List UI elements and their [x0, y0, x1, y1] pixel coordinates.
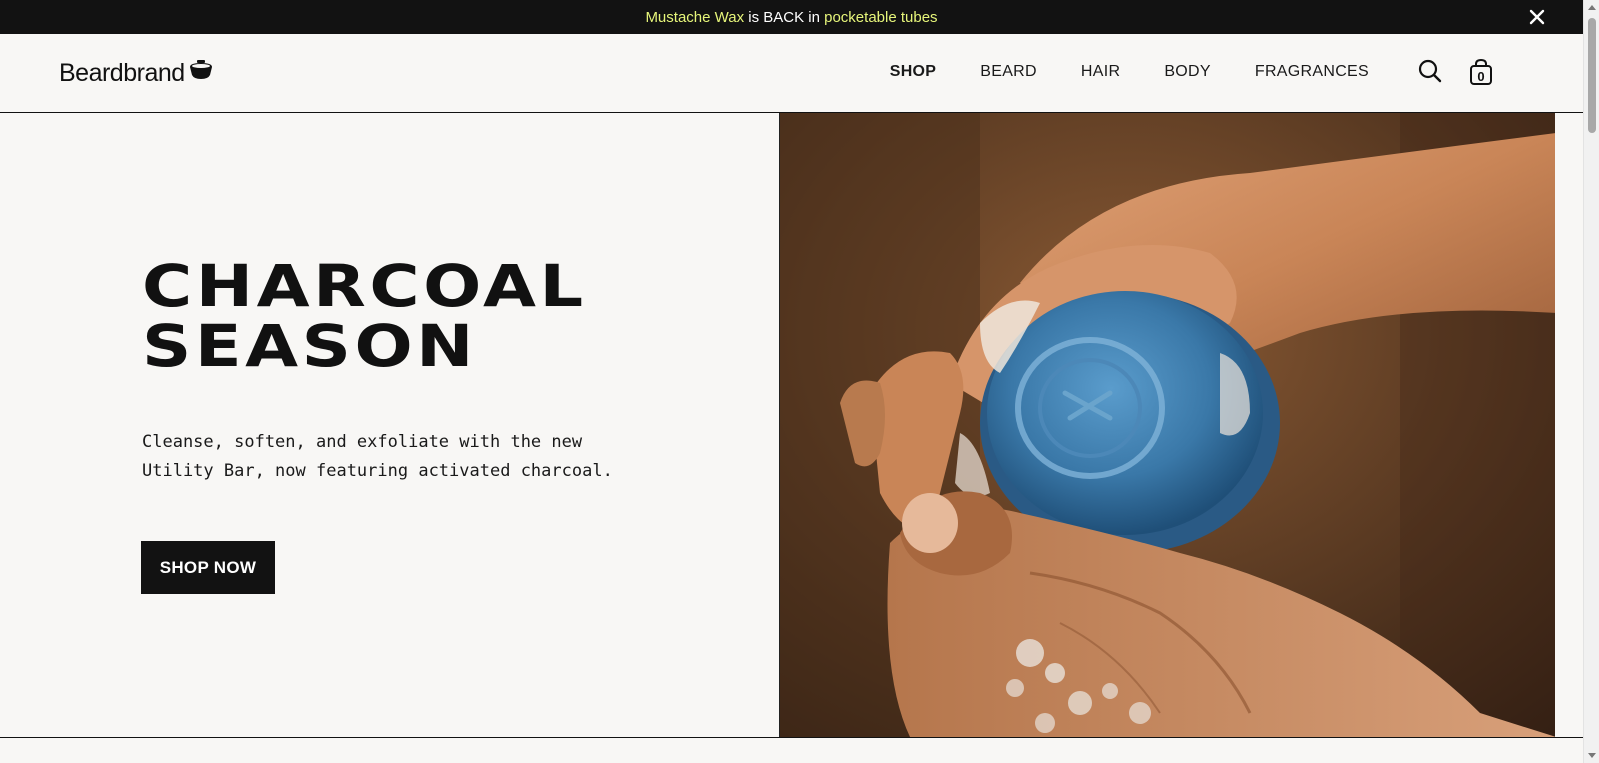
- site-header: Beardbrand SHOP BEARD HAIR BODY FRAGRANC…: [0, 34, 1583, 113]
- nav-item-body[interactable]: BODY: [1164, 63, 1211, 81]
- announcement-highlight-2: pocketable tubes: [824, 8, 938, 26]
- logo-text: Beardbrand: [59, 59, 185, 87]
- main-nav: SHOP BEARD HAIR BODY FRAGRANCES: [890, 63, 1369, 81]
- nav-item-fragrances[interactable]: FRAGRANCES: [1255, 63, 1369, 81]
- scroll-up-icon[interactable]: [1588, 5, 1596, 10]
- shop-now-button[interactable]: SHOP NOW: [141, 541, 275, 594]
- soap-hands-illustration: [780, 113, 1555, 737]
- nav-item-hair[interactable]: HAIR: [1081, 63, 1120, 81]
- hero-description: Cleanse, soften, and exfoliate with the …: [142, 432, 613, 481]
- nav-item-shop[interactable]: SHOP: [890, 63, 937, 81]
- hero-title: CHARCOAL SEASON: [142, 252, 587, 380]
- announcement-bar: Mustache Wax is BACK in pocketable tubes: [0, 0, 1583, 34]
- hero-image: [779, 113, 1555, 737]
- pot-icon: [188, 59, 214, 88]
- shopping-bag-icon[interactable]: 0: [1468, 58, 1494, 86]
- divider: [0, 737, 1583, 738]
- nav-item-beard[interactable]: BEARD: [980, 63, 1037, 81]
- logo[interactable]: Beardbrand: [59, 59, 214, 88]
- page-scrollbar[interactable]: [1583, 0, 1599, 763]
- search-icon[interactable]: [1417, 58, 1443, 86]
- scroll-down-icon[interactable]: [1588, 753, 1596, 758]
- announcement-text[interactable]: Mustache Wax is BACK in pocketable tubes: [645, 9, 937, 26]
- announcement-highlight-1: Mustache Wax: [645, 8, 745, 26]
- announcement-middle: is BACK in: [744, 8, 825, 26]
- hero-text-panel: CHARCOAL SEASON Cleanse, soften, and exf…: [0, 113, 779, 737]
- cart-count: 0: [1477, 69, 1485, 84]
- scrollbar-thumb[interactable]: [1588, 18, 1596, 133]
- close-icon[interactable]: [1527, 7, 1547, 27]
